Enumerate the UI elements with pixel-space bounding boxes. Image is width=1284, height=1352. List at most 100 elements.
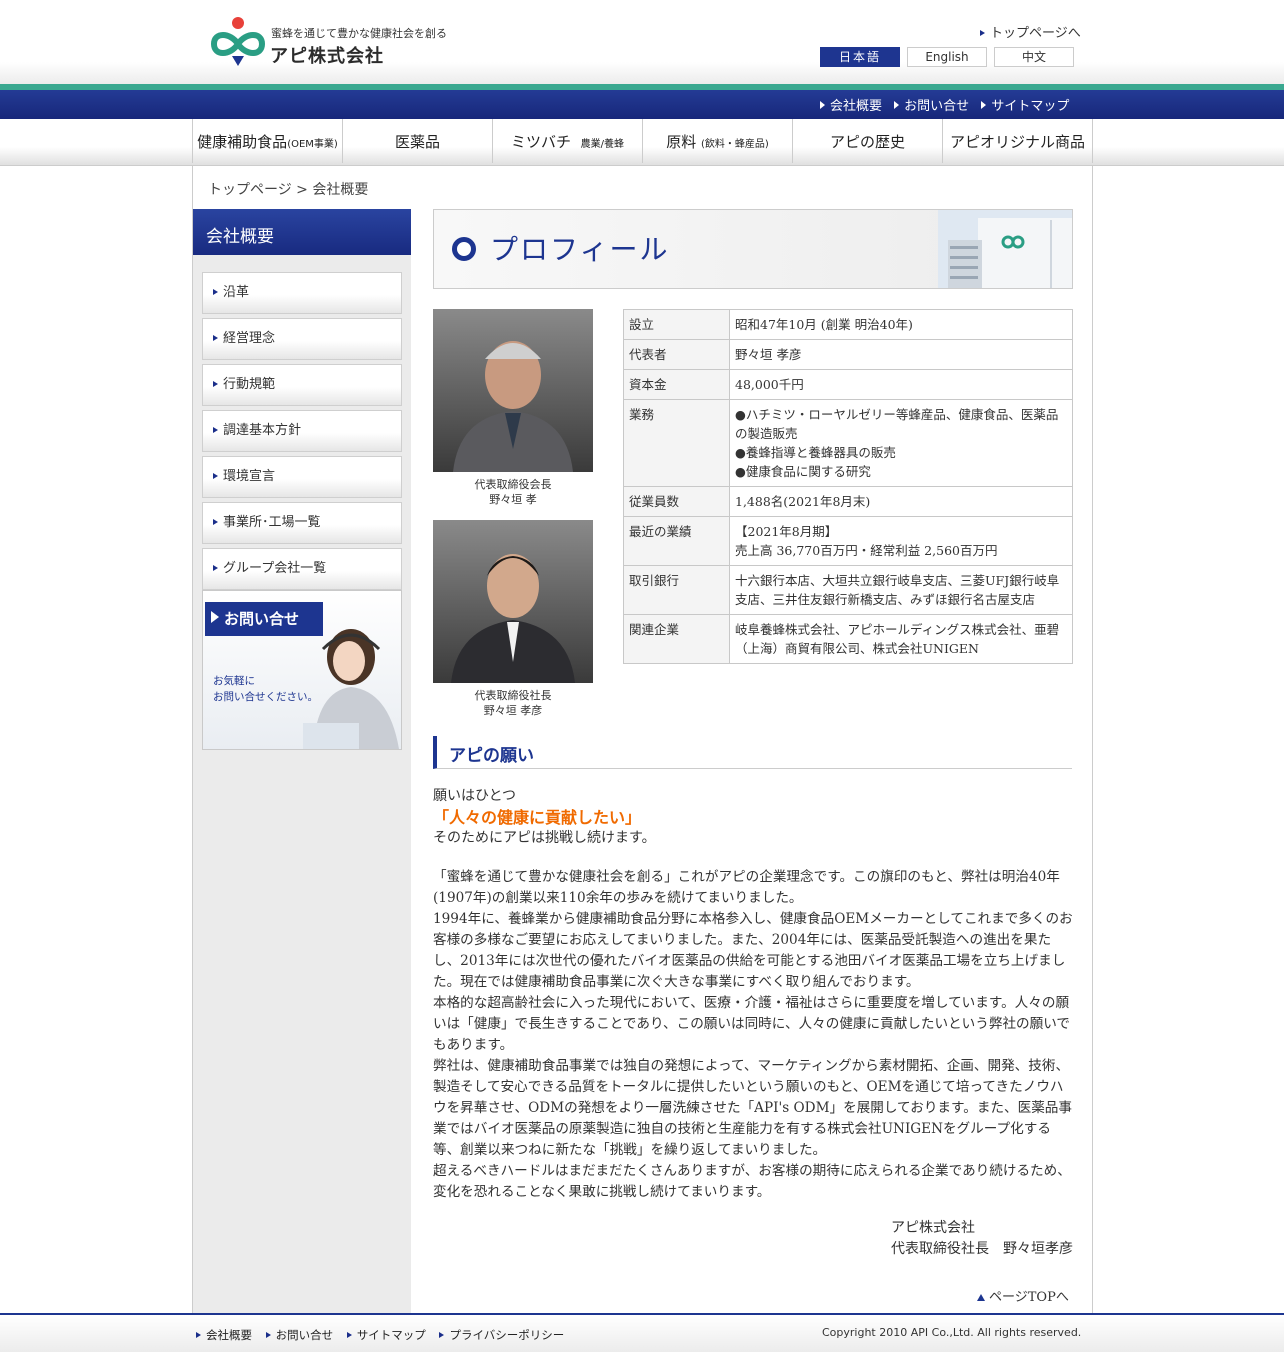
wish-line2: そのためにアピは挑戦し続けます。	[433, 830, 656, 846]
sidebar-item-procurement[interactable]: 調達基本方針	[202, 410, 402, 452]
arrow-right-icon	[213, 381, 218, 387]
profile-row: 設立 昭和47年10月 (創業 明治40年)	[623, 309, 1073, 340]
wish-paragraph: 1994年に、養蜂業から健康補助食品分野に本格参入し、健康食品OEMメーカーとし…	[433, 911, 1073, 990]
arrow-right-icon	[265, 1332, 271, 1338]
header-background	[0, 0, 1284, 84]
profile-row-key: 設立	[623, 309, 730, 340]
sidebar-menu: 沿革 経営理念 行動規範 調達基本方針 環境宣言 事業所･工場一覧 グループ会社…	[202, 272, 402, 594]
wish-paragraph: 弊社は、健康補助食品事業では独自の発想によって、マーケティングから素材開拓、企画…	[433, 1058, 1072, 1158]
global-nav: 健康補助食品(OEM事業) 医薬品 ミツバチ 農業/養蜂 原料 (飲料・蜂産品)…	[192, 119, 1093, 163]
signature-name: 代表取締役社長 野々垣孝彦	[891, 1241, 1073, 1257]
arrow-right-icon	[213, 473, 218, 479]
profile-header: プロフィール	[433, 209, 1073, 289]
president-caption: 代表取締役社長 野々垣 孝彦	[433, 688, 593, 718]
sidebar-item-label: 経営理念	[223, 331, 276, 346]
sidebar-item-offices[interactable]: 事業所･工場一覧	[202, 502, 402, 544]
footer-link-contact[interactable]: お問い合せ	[265, 1328, 334, 1342]
footer-background	[0, 1315, 1284, 1352]
page-top-link[interactable]: ページTOPへ	[977, 1286, 1069, 1305]
header-sub-links: 会社概要 お問い合せ サイトマップ	[812, 95, 1069, 114]
sub-link-company-label: 会社概要	[830, 99, 883, 114]
sidebar-item-group[interactable]: グループ会社一覧	[202, 548, 402, 590]
footer-link-label: プライバシーポリシー	[449, 1328, 565, 1342]
play-icon	[211, 611, 219, 623]
profile-row-value: 48,000千円	[729, 369, 1073, 400]
nav-honeybee[interactable]: ミツバチ 農業/養蜂	[492, 119, 642, 163]
sidebar-item-label: 行動規範	[223, 377, 276, 392]
sub-link-sitemap[interactable]: サイトマップ	[981, 99, 1069, 114]
wish-paragraph: 本格的な超高齢社会に入った現代において、医療・介護・福祉はさらに重要度を増してい…	[433, 995, 1070, 1053]
wish-intro: 願いはひとつ 「人々の健康に貢献したい」 そのためにアピは挑戦し続けます。	[433, 786, 1073, 849]
sidebar-item-history[interactable]: 沿革	[202, 272, 402, 314]
profile-row: 関連企業 岐阜養蜂株式会社、アピホールディングス株式会社、亜碧（上海）商貿有限公司…	[623, 614, 1073, 664]
profile-row-value: 1,488名(2021年8月末)	[729, 486, 1073, 517]
lang-chinese-button[interactable]: 中文	[994, 47, 1074, 67]
nav-health-food-sub: (OEM事業)	[287, 139, 338, 150]
sidebar-item-label: 環境宣言	[223, 469, 276, 484]
profile-row-value: 昭和47年10月 (創業 明治40年)	[729, 309, 1073, 340]
wish-paragraph: 「蜜蜂を通じて豊かな健康社会を創る」これがアピの企業理念です。この旗印のもと、弊…	[433, 869, 1060, 906]
breadcrumb: トップページ > 会社概要	[208, 182, 369, 198]
profile-value-line: 十六銀行本店、大垣共立銀行岐阜支店、三菱UFJ銀行岐阜支店、三井住友銀行新橋支店…	[735, 573, 1060, 607]
profile-row: 最近の業績 【2021年8月期】 売上高 36,770百万円・経常利益 2,560百…	[623, 516, 1073, 566]
lang-japanese-button[interactable]: 日本語	[820, 47, 900, 67]
nav-health-food-label: 健康補助食品	[197, 133, 288, 151]
sub-link-company[interactable]: 会社概要	[820, 99, 882, 114]
footer-link-privacy[interactable]: プライバシーポリシー	[439, 1328, 564, 1342]
sub-link-sitemap-label: サイトマップ	[991, 99, 1070, 114]
nav-original-products[interactable]: アピオリジナル商品	[942, 119, 1093, 163]
sidebar-item-label: グループ会社一覧	[223, 561, 327, 576]
operator-woman-image	[303, 629, 399, 749]
profile-row-key: 従業員数	[623, 486, 730, 517]
profile-value-line: 【2021年8月期】	[735, 524, 838, 539]
top-page-link[interactable]: トップページへ	[980, 22, 1081, 41]
profile-row-key: 資本金	[623, 369, 730, 400]
company-logo[interactable]: 蜜蜂を通じて豊かな健康社会を創る アピ株式会社	[208, 14, 458, 68]
nav-honeybee-sub: 農業/養蜂	[580, 139, 624, 150]
sub-link-contact-label: お問い合せ	[904, 99, 970, 114]
nav-raw-materials-sub: (飲料・蜂産品)	[700, 139, 769, 150]
sidebar-item-code-of-conduct[interactable]: 行動規範	[202, 364, 402, 406]
sub-link-contact[interactable]: お問い合せ	[894, 99, 969, 114]
nav-pharmaceuticals[interactable]: 医薬品	[342, 119, 492, 163]
office-building-image	[938, 210, 1072, 288]
contact-banner-label: お問い合せ	[224, 610, 300, 628]
footer-link-company[interactable]: 会社概要	[196, 1328, 252, 1342]
nav-raw-materials-label: 原料	[666, 133, 697, 151]
arrow-right-icon	[820, 101, 825, 109]
sidebar-item-label: 調達基本方針	[223, 423, 302, 438]
logo-company-name: アピ株式会社	[270, 46, 384, 67]
contact-banner[interactable]: お問い合せ お気軽に お問い合せください。	[202, 590, 402, 750]
profile-row-key: 取引銀行	[623, 565, 730, 615]
arrow-right-icon	[213, 289, 218, 295]
nav-honeybee-label: ミツバチ	[511, 133, 572, 151]
sidebar-item-philosophy[interactable]: 経営理念	[202, 318, 402, 360]
chairman-caption: 代表取締役会長 野々垣 孝	[433, 477, 593, 507]
sidebar-item-environment[interactable]: 環境宣言	[202, 456, 402, 498]
nav-history[interactable]: アピの歴史	[792, 119, 942, 163]
copyright: Copyright 2010 API Co.,Ltd. All rights r…	[822, 1326, 1082, 1339]
signature: アピ株式会社 代表取締役社長 野々垣孝彦	[891, 1218, 1073, 1260]
nav-raw-materials[interactable]: 原料 (飲料・蜂産品)	[642, 119, 792, 163]
profile-row-key: 業務	[623, 399, 730, 487]
arrow-right-icon	[981, 101, 987, 109]
wish-line1: 願いはひとつ	[433, 788, 517, 804]
footer-link-label: お問い合せ	[275, 1328, 334, 1342]
nav-health-food[interactable]: 健康補助食品(OEM事業)	[192, 119, 342, 163]
profile-row-value: 十六銀行本店、大垣共立銀行岐阜支店、三菱UFJ銀行岐阜支店、三井住友銀行新橋支店…	[729, 565, 1073, 615]
logo-tagline: 蜜蜂を通じて豊かな健康社会を創る	[271, 27, 447, 40]
header-blue-bar	[0, 90, 1284, 119]
profile-row-key: 最近の業績	[623, 516, 730, 566]
lang-english-button[interactable]: English	[907, 47, 987, 67]
profile-row-key: 代表者	[623, 339, 730, 370]
profile-row-key: 関連企業	[623, 614, 730, 664]
arrow-right-icon	[439, 1332, 445, 1338]
chairman-photo	[433, 309, 593, 472]
profile-value-line: 48,000千円	[735, 377, 804, 392]
wish-heading: アピの願い	[433, 736, 1072, 769]
circle-bullet-icon	[452, 237, 476, 261]
profile-row-value: 【2021年8月期】 売上高 36,770百万円・経常利益 2,560百万円	[729, 516, 1073, 566]
chairman-portrait-image	[453, 341, 573, 472]
footer-link-sitemap[interactable]: サイトマップ	[346, 1328, 426, 1342]
profile-title: プロフィール	[490, 233, 670, 266]
